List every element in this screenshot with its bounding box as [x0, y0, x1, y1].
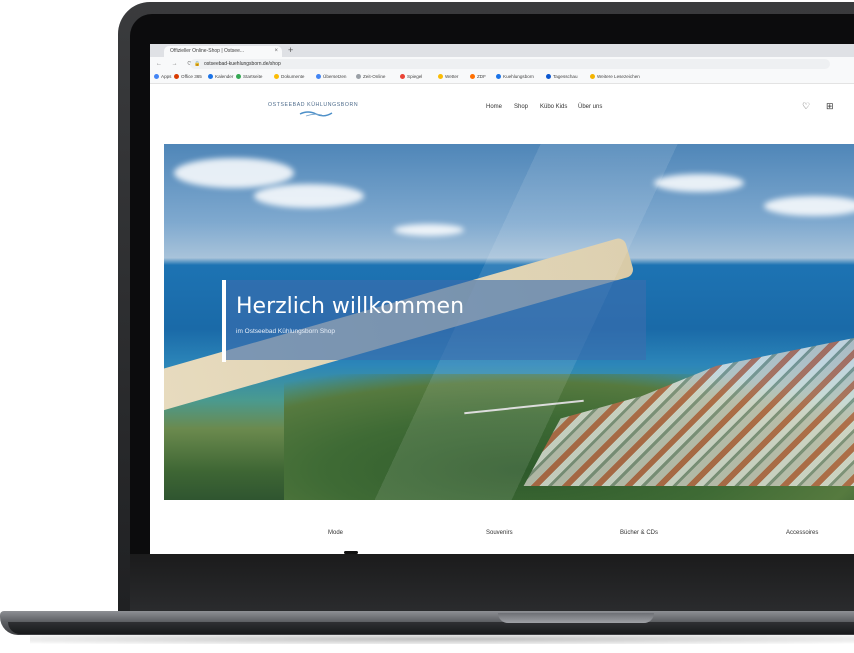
- url-text: ostseebad-kuehlungsborn.de/shop: [204, 61, 281, 67]
- laptop-base-edge: [8, 622, 854, 634]
- bookmark-item[interactable]: Dokumente: [274, 73, 305, 81]
- laptop-opening-notch: [498, 613, 654, 623]
- welcome-accent-bar: [222, 280, 226, 362]
- bookmark-label: Kuehlungsborn: [503, 74, 534, 79]
- bookmark-favicon-icon: [470, 74, 475, 80]
- laptop-screen: Offizieller Online-Shop | Ostsee... × + …: [150, 44, 854, 554]
- bookmark-item[interactable]: Tagesschau: [546, 73, 578, 81]
- bookmark-item[interactable]: Startseite: [236, 73, 262, 81]
- laptop-shadow: [30, 634, 854, 644]
- category-bar: Mode Souvenirs Bücher & CDs Accessoires: [150, 500, 854, 554]
- bookmark-favicon-icon: [316, 74, 321, 80]
- category-accessoires[interactable]: Accessoires: [786, 530, 818, 536]
- new-tab-button[interactable]: +: [288, 45, 293, 56]
- browser-toolbar: ← → ⟳ 🔒 ostseebad-kuehlungsborn.de/shop: [150, 57, 854, 71]
- nav-shop[interactable]: Shop: [514, 104, 528, 110]
- bookmark-label: ZDF: [477, 74, 486, 79]
- bookmark-label: Weitere Lesezeichen: [597, 74, 640, 79]
- bookmark-item[interactable]: ZDF: [470, 73, 486, 81]
- nav-ueber-uns[interactable]: Über uns: [578, 104, 602, 110]
- bookmark-favicon-icon: [208, 74, 213, 80]
- bookmark-item[interactable]: Weitere Lesezeichen: [590, 73, 640, 81]
- bookmark-favicon-icon: [236, 74, 241, 80]
- bookmark-favicon-icon: [546, 74, 551, 80]
- bookmark-favicon-icon: [356, 74, 361, 80]
- browser-tab-title: Offizieller Online-Shop | Ostsee...: [170, 48, 245, 54]
- category-buecher-cds[interactable]: Bücher & CDs: [620, 530, 658, 536]
- bookmark-favicon-icon: [438, 74, 443, 80]
- close-tab-icon[interactable]: ×: [274, 46, 278, 57]
- browser-tab[interactable]: Offizieller Online-Shop | Ostsee... ×: [164, 46, 282, 57]
- nav-kuebo-kids[interactable]: Kübo Kids: [540, 104, 567, 110]
- laptop-chin: [130, 554, 854, 614]
- bookmark-label: Zeit-Online: [363, 74, 386, 79]
- bookmark-item[interactable]: Kalender: [208, 73, 233, 81]
- bookmark-favicon-icon: [590, 74, 595, 80]
- bookmark-favicon-icon: [274, 74, 279, 80]
- wishlist-heart-icon[interactable]: ♡: [802, 101, 810, 112]
- browser-tab-bar: Offizieller Online-Shop | Ostsee... × +: [150, 44, 854, 57]
- bookmark-item[interactable]: Wetter: [438, 73, 458, 81]
- bookmark-label: Dokumente: [281, 74, 305, 79]
- bookmark-label: Wetter: [445, 74, 459, 79]
- welcome-box: [226, 280, 646, 360]
- bookmark-label: Apps: [161, 74, 172, 79]
- bookmark-item[interactable]: Zeit-Online: [356, 73, 385, 81]
- bookmark-label: Tagesschau: [553, 74, 578, 79]
- bookmarks-bar: Apps Office 365 Kalender Startseite Dokument…: [150, 71, 854, 84]
- bookmark-favicon-icon: [154, 74, 159, 80]
- logo-wave-icon: [299, 111, 333, 117]
- bookmark-label: Kalender: [215, 74, 234, 79]
- bookmark-item[interactable]: Spiegel: [400, 73, 422, 81]
- bookmark-favicon-icon: [496, 74, 501, 80]
- bookmark-label: Übersetzen: [323, 74, 347, 79]
- nav-home[interactable]: Home: [486, 104, 502, 110]
- bookmark-item[interactable]: Office 365: [174, 73, 202, 81]
- bookmark-item[interactable]: Apps: [154, 73, 171, 81]
- cart-icon[interactable]: ⊞: [826, 101, 834, 112]
- lock-icon: 🔒: [194, 61, 201, 67]
- site-header: OSTSEEBAD KÜHLUNGSBORN Home Shop Kübo Ki…: [150, 84, 854, 144]
- bookmark-item[interactable]: Übersetzen: [316, 73, 347, 81]
- bookmark-label: Startseite: [243, 74, 263, 79]
- category-souvenirs[interactable]: Souvenirs: [486, 530, 513, 536]
- bookmark-label: Office 365: [181, 74, 202, 79]
- bookmark-favicon-icon: [400, 74, 405, 80]
- hero-banner: Herzlich willkommen im Ostseebad Kühlung…: [164, 144, 854, 500]
- bookmark-label: Spiegel: [407, 74, 423, 79]
- hero-subtitle: im Ostseebad Kühlungsborn Shop: [236, 328, 336, 335]
- address-bar[interactable]: 🔒 ostseebad-kuehlungsborn.de/shop: [190, 59, 830, 69]
- bookmark-item[interactable]: Kuehlungsborn: [496, 73, 534, 81]
- category-mode[interactable]: Mode: [328, 530, 343, 536]
- bookmark-favicon-icon: [174, 74, 179, 80]
- hero-title: Herzlich willkommen: [236, 294, 465, 319]
- site-logo[interactable]: OSTSEEBAD KÜHLUNGSBORN: [268, 102, 358, 108]
